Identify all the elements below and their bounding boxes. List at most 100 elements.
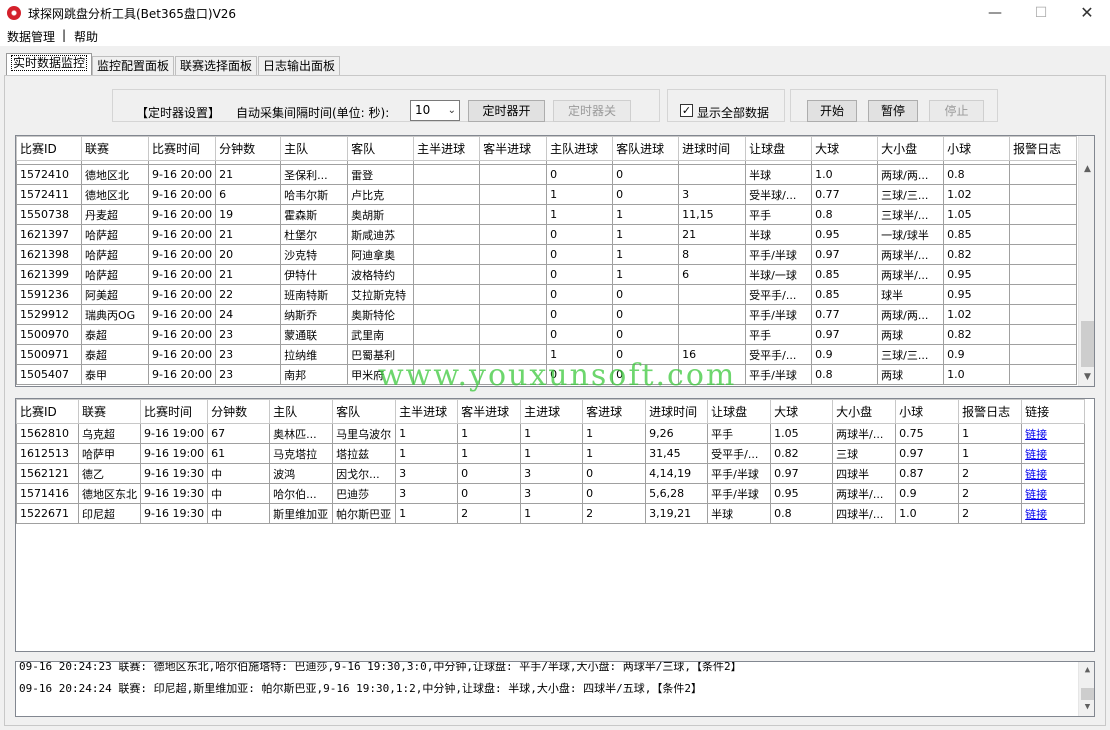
column-header[interactable]: 主半进球 xyxy=(395,399,459,424)
column-header[interactable]: 主队 xyxy=(280,136,349,161)
column-header[interactable]: 联赛 xyxy=(81,136,149,161)
table-cell: 1 xyxy=(395,443,459,464)
tab-league-select[interactable]: 联赛选择面板 xyxy=(175,56,258,76)
table-cell: 中 xyxy=(207,503,271,524)
table-row[interactable]: 1621397 哈萨超 9-16 20:00 21 杜堡尔 斯咸迪苏 0 1 21 半球 0.95 一… xyxy=(16,224,1078,245)
table-cell: 1.0 xyxy=(895,503,960,524)
table-row[interactable]: 1562810 乌克超 9-16 19:00 67 奥林匹... 马里乌波尔 1 1 1 1 9,2… xyxy=(16,423,1086,444)
minimize-button[interactable]: — xyxy=(972,0,1018,26)
timer-on-button[interactable]: 定时器开 xyxy=(468,100,545,122)
column-header[interactable]: 客半进球 xyxy=(457,399,522,424)
column-header[interactable]: 比赛时间 xyxy=(139,399,209,424)
table-row[interactable]: 1562121 德乙 9-16 19:30 中波鸿 因戈尔... 3 0 3 0 4,14,19 平… xyxy=(16,463,1086,484)
column-header[interactable]: 进球时间 xyxy=(678,136,747,161)
match-link[interactable]: 链接 xyxy=(1025,508,1047,521)
maximize-button[interactable]: ☐ xyxy=(1018,0,1064,26)
column-header[interactable]: 进球时间 xyxy=(645,399,709,424)
table-cell: 哈尔伯... xyxy=(269,483,334,504)
column-header[interactable]: 小球 xyxy=(943,136,1011,161)
column-header[interactable]: 报警日志 xyxy=(1009,136,1078,161)
table-cell: 一球/球半 xyxy=(877,224,945,245)
table-cell: 波鸿 xyxy=(269,463,334,484)
column-header[interactable]: 大小盘 xyxy=(832,399,897,424)
column-header[interactable]: 分钟数 xyxy=(215,136,282,161)
interval-select[interactable]: 10 ⌄ xyxy=(410,100,460,121)
table-row[interactable]: 1522671 印尼超 9-16 19:30 中斯里维加亚 帕尔斯巴亚 1 2 1 2 3,19,… xyxy=(16,503,1086,524)
table-cell: 2 xyxy=(457,503,522,524)
table-cell: 1591236 xyxy=(16,284,82,305)
table-cell: 1.02 xyxy=(943,184,1011,205)
table-cell: 1 xyxy=(958,423,1023,444)
column-header[interactable]: 让球盘 xyxy=(745,136,813,161)
column-header[interactable]: 客队 xyxy=(347,136,415,161)
log-scrollbar[interactable]: ▲ ▼ xyxy=(1078,662,1094,716)
column-header[interactable]: 客半进球 xyxy=(479,136,548,161)
table-row[interactable]: 1571416 德地区东北 9-16 19:30 中哈尔伯... 巴迪莎 3 0 3 0 5,6,… xyxy=(16,483,1086,504)
column-header[interactable]: 大球 xyxy=(811,136,879,161)
table-row[interactable]: 1550738 丹麦超 9-16 20:00 19 霍森斯 奥胡斯 1 1 11,15 平手 0.8… xyxy=(16,204,1078,225)
column-header[interactable]: 大球 xyxy=(770,399,834,424)
menu-help[interactable]: 帮助 xyxy=(74,28,98,45)
scroll-thumb[interactable] xyxy=(1081,321,1094,367)
close-button[interactable]: ✕ xyxy=(1064,0,1110,26)
column-header[interactable]: 客进球 xyxy=(582,399,647,424)
table-cell: 链接 xyxy=(1021,483,1086,504)
tab-log-output[interactable]: 日志输出面板 xyxy=(258,56,341,76)
column-header[interactable]: 联赛 xyxy=(78,399,141,424)
column-header[interactable]: 主队进球 xyxy=(546,136,614,161)
table-row[interactable]: 1591236 阿美超 9-16 20:00 22 班南特斯 艾拉斯克特 0 0 受平手/...… xyxy=(16,284,1078,305)
match-link[interactable]: 链接 xyxy=(1025,488,1047,501)
match-link[interactable]: 链接 xyxy=(1025,468,1047,481)
table-row[interactable]: 1529912 瑞典丙OG 9-16 20:00 24 纳斯乔 奥斯特伦 0 0 平手/半球 0.… xyxy=(16,304,1078,325)
table-cell: 斯咸迪苏 xyxy=(347,224,415,245)
match-link[interactable]: 链接 xyxy=(1025,448,1047,461)
column-header[interactable]: 主进球 xyxy=(520,399,584,424)
table-cell: 21 xyxy=(678,224,747,245)
column-header[interactable]: 主队 xyxy=(269,399,334,424)
menu-data-management[interactable]: 数据管理 xyxy=(7,28,55,45)
timer-off-button[interactable]: 定时器关 xyxy=(553,100,631,122)
scroll-down-icon[interactable]: ▼ xyxy=(1079,369,1094,386)
table-cell: 1 xyxy=(546,204,614,225)
start-button[interactable]: 开始 xyxy=(807,100,857,122)
table-cell: 23 xyxy=(215,344,282,365)
column-header[interactable]: 大小盘 xyxy=(877,136,945,161)
column-header[interactable]: 主半进球 xyxy=(413,136,481,161)
column-header[interactable]: 分钟数 xyxy=(207,399,271,424)
table-row[interactable]: 1612513 哈萨甲 9-16 19:00 61 马克塔拉 塔拉兹 1 1 1 1 31,45 受平… xyxy=(16,443,1086,464)
table-row[interactable]: 1572410 德地区北 9-16 20:00 21 圣保利... 雷登 0 0 半球 1.0 两球… xyxy=(16,164,1078,185)
table-cell: 半球 xyxy=(707,503,772,524)
table-cell: 两球/两... xyxy=(877,164,945,185)
column-header[interactable]: 比赛ID xyxy=(16,136,82,161)
column-header[interactable]: 客队进球 xyxy=(612,136,680,161)
show-all-checkbox[interactable]: ✓ xyxy=(680,104,693,117)
scroll-up-icon[interactable]: ▲ xyxy=(1079,161,1094,178)
table-row[interactable]: 1572411 德地区北 9-16 20:00 6 哈韦尔斯 卢比克 1 0 3 受半球/... 0… xyxy=(16,184,1078,205)
log-line: 09-16 20:24:23 联赛: 德地区东北,哈尔伯施塔特: 巴迪莎,9-1… xyxy=(19,661,742,673)
table-cell: 9-16 20:00 xyxy=(147,324,217,345)
column-header[interactable]: 链接 xyxy=(1021,399,1086,424)
table-cell: 蒙通联 xyxy=(280,324,349,345)
table-cell: 半球 xyxy=(745,164,813,185)
table-cell: 1505407 xyxy=(16,364,82,385)
table-row[interactable]: 1621399 哈萨超 9-16 20:00 21 伊特什 波格特约 0 1 6 半球/一球 0.8… xyxy=(16,264,1078,285)
column-header[interactable]: 小球 xyxy=(895,399,960,424)
match-link[interactable]: 链接 xyxy=(1025,428,1047,441)
tab-realtime-monitor[interactable]: 实时数据监控 xyxy=(6,53,93,76)
table-row[interactable]: 1500970 泰超 9-16 20:00 23 蒙通联 武里南 0 0 平手 0.97 两球 0.8… xyxy=(16,324,1078,345)
table-cell: 9-16 19:30 xyxy=(139,503,209,524)
column-header[interactable]: 比赛时间 xyxy=(147,136,217,161)
column-header[interactable]: 客队 xyxy=(332,399,397,424)
column-header[interactable]: 让球盘 xyxy=(707,399,772,424)
top-grid-scrollbar[interactable]: ▲ ▼ xyxy=(1078,136,1094,386)
column-header[interactable]: 报警日志 xyxy=(958,399,1023,424)
stop-button[interactable]: 停止 xyxy=(929,100,984,122)
table-cell: 武里南 xyxy=(347,324,415,345)
scroll-down-icon[interactable]: ▼ xyxy=(1079,699,1094,716)
table-cell: 0.9 xyxy=(943,344,1011,365)
scroll-up-icon[interactable]: ▲ xyxy=(1079,662,1094,679)
table-row[interactable]: 1621398 哈萨超 9-16 20:00 20 沙克特 阿迪拿奥 0 1 8 平手/半球 0.9… xyxy=(16,244,1078,265)
tab-monitor-config[interactable]: 监控配置面板 xyxy=(92,56,175,76)
pause-button[interactable]: 暂停 xyxy=(868,100,918,122)
column-header[interactable]: 比赛ID xyxy=(16,399,79,424)
